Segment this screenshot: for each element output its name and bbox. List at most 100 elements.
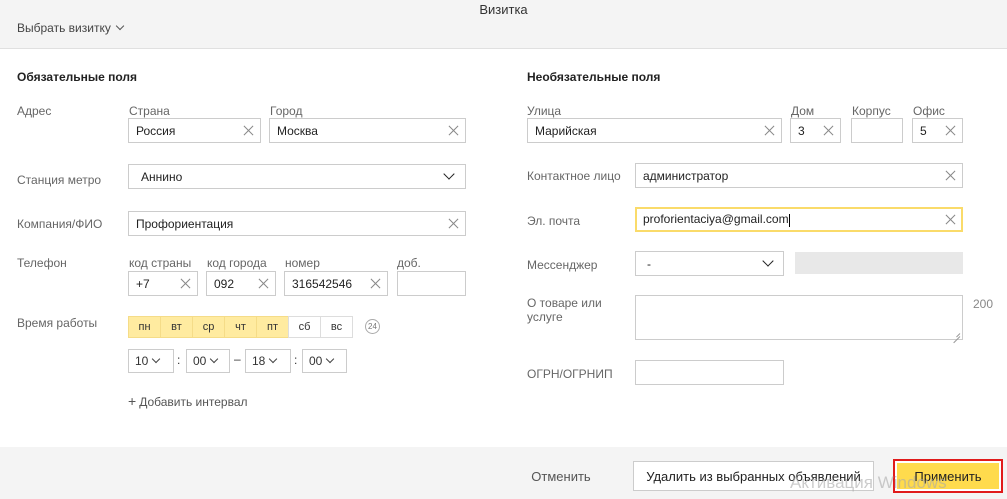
chevron-down-icon <box>762 254 774 267</box>
ext-label: доб. <box>397 256 421 270</box>
from-hour-value: 10 <box>135 354 149 368</box>
clear-icon[interactable] <box>181 279 190 288</box>
ogrn-label: ОГРН/ОГРНИП <box>527 367 613 381</box>
clear-icon[interactable] <box>449 126 458 135</box>
chevron-down-icon <box>210 354 219 364</box>
select-card-dropdown[interactable]: Выбрать визитку <box>17 21 125 35</box>
days-selector: пн вт ср чт пт сб вс <box>128 316 358 338</box>
house-input[interactable]: 3 <box>790 118 841 143</box>
building-input[interactable] <box>851 118 903 143</box>
company-value: Профориентация <box>136 216 234 231</box>
about-textarea[interactable] <box>635 295 963 340</box>
resize-handle-icon[interactable] <box>953 330 960 337</box>
select-card-label: Выбрать визитку <box>17 21 111 35</box>
city-code-input[interactable]: 092 <box>206 271 276 296</box>
clear-icon[interactable] <box>371 279 380 288</box>
clear-icon[interactable] <box>824 126 833 135</box>
city-code-value: 092 <box>214 276 235 291</box>
contact-input[interactable]: администратор <box>635 163 963 188</box>
day-toggle[interactable]: сб <box>288 316 321 338</box>
building-label: Корпус <box>852 104 891 118</box>
office-input[interactable]: 5 <box>912 118 963 143</box>
office-value: 5 <box>920 123 927 138</box>
from-minute-select[interactable]: 00 <box>186 349 230 373</box>
chevron-down-icon <box>443 167 455 180</box>
to-minute-value: 00 <box>309 354 323 368</box>
ogrn-input[interactable] <box>635 360 784 385</box>
day-toggle[interactable]: пт <box>256 316 289 338</box>
optional-section-title: Необязательные поля <box>527 70 661 84</box>
time-colon: : <box>294 353 298 367</box>
email-text: proforientaciya@gmail.com <box>643 212 789 227</box>
round-the-clock-toggle[interactable]: 24 <box>365 319 380 334</box>
country-code-label: код страны <box>129 256 192 270</box>
phone-label: Телефон <box>17 256 67 270</box>
office-label: Офис <box>913 104 945 118</box>
required-section-title: Обязательные поля <box>17 70 138 84</box>
clear-icon[interactable] <box>244 126 253 135</box>
day-toggle[interactable]: пн <box>128 316 161 338</box>
text-cursor <box>788 213 790 227</box>
phone-number-value: 316542546 <box>292 276 353 291</box>
dialog-title: Визитка <box>479 2 528 17</box>
city-label: Город <box>270 104 303 118</box>
time-colon: : <box>177 353 181 367</box>
email-value: proforientaciya@gmail.com <box>643 212 942 227</box>
house-label: Дом <box>791 104 815 118</box>
clear-icon[interactable] <box>946 126 955 135</box>
city-value: Москва <box>277 123 318 138</box>
street-value: Марийская <box>535 123 597 138</box>
messenger-account-input <box>795 252 963 274</box>
country-label: Страна <box>129 104 170 118</box>
clear-icon[interactable] <box>259 279 268 288</box>
company-input[interactable]: Профориентация <box>128 211 466 236</box>
clear-icon[interactable] <box>946 215 955 224</box>
company-label: Компания/ФИО <box>17 217 103 231</box>
clear-icon[interactable] <box>765 126 774 135</box>
country-code-value: +7 <box>136 276 150 291</box>
hours-label: Время работы <box>17 316 98 330</box>
city-input[interactable]: Москва <box>269 118 466 143</box>
address-label: Адрес <box>17 104 52 118</box>
contact-value: администратор <box>643 168 729 183</box>
day-toggle[interactable]: вс <box>320 316 353 338</box>
messenger-value: - <box>647 256 651 271</box>
add-interval-label: Добавить интервал <box>139 395 248 409</box>
number-label: номер <box>285 256 320 270</box>
city-code-label: код города <box>207 256 267 270</box>
metro-select[interactable]: Аннино <box>128 164 466 189</box>
day-toggle[interactable]: вт <box>160 316 193 338</box>
country-code-input[interactable]: +7 <box>128 271 198 296</box>
house-value: 3 <box>798 123 805 138</box>
country-value: Россия <box>136 123 176 138</box>
email-label: Эл. почта <box>527 214 581 228</box>
to-hour-select[interactable]: 18 <box>245 349 291 373</box>
metro-label: Станция метро <box>17 173 102 187</box>
cancel-button[interactable]: Отменить <box>520 462 602 490</box>
phone-number-input[interactable]: 316542546 <box>284 271 388 296</box>
time-dash: – <box>234 352 241 366</box>
add-interval-link[interactable]: + Добавить интервал <box>128 393 248 409</box>
windows-activation-watermark: Активация Windows <box>790 473 947 492</box>
day-toggle[interactable]: ср <box>192 316 225 338</box>
about-char-counter: 200 <box>973 297 994 311</box>
chevron-down-icon <box>269 354 278 364</box>
street-input[interactable]: Марийская <box>527 118 782 143</box>
clear-icon[interactable] <box>449 219 458 228</box>
email-input[interactable]: proforientaciya@gmail.com <box>635 207 963 232</box>
from-hour-select[interactable]: 10 <box>128 349 174 373</box>
country-input[interactable]: Россия <box>128 118 261 143</box>
from-minute-value: 00 <box>193 354 207 368</box>
contact-label: Контактное лицо <box>527 169 621 183</box>
to-minute-select[interactable]: 00 <box>302 349 347 373</box>
street-label: Улица <box>527 104 562 118</box>
chevron-down-icon <box>326 354 335 364</box>
phone-ext-input[interactable] <box>397 271 466 296</box>
clear-icon[interactable] <box>946 171 955 180</box>
to-hour-value: 18 <box>252 354 266 368</box>
messenger-label: Мессенджер <box>527 258 598 272</box>
plus-icon: + <box>128 393 137 409</box>
messenger-select[interactable]: - <box>635 251 784 276</box>
day-toggle[interactable]: чт <box>224 316 257 338</box>
chevron-down-icon <box>152 354 161 364</box>
